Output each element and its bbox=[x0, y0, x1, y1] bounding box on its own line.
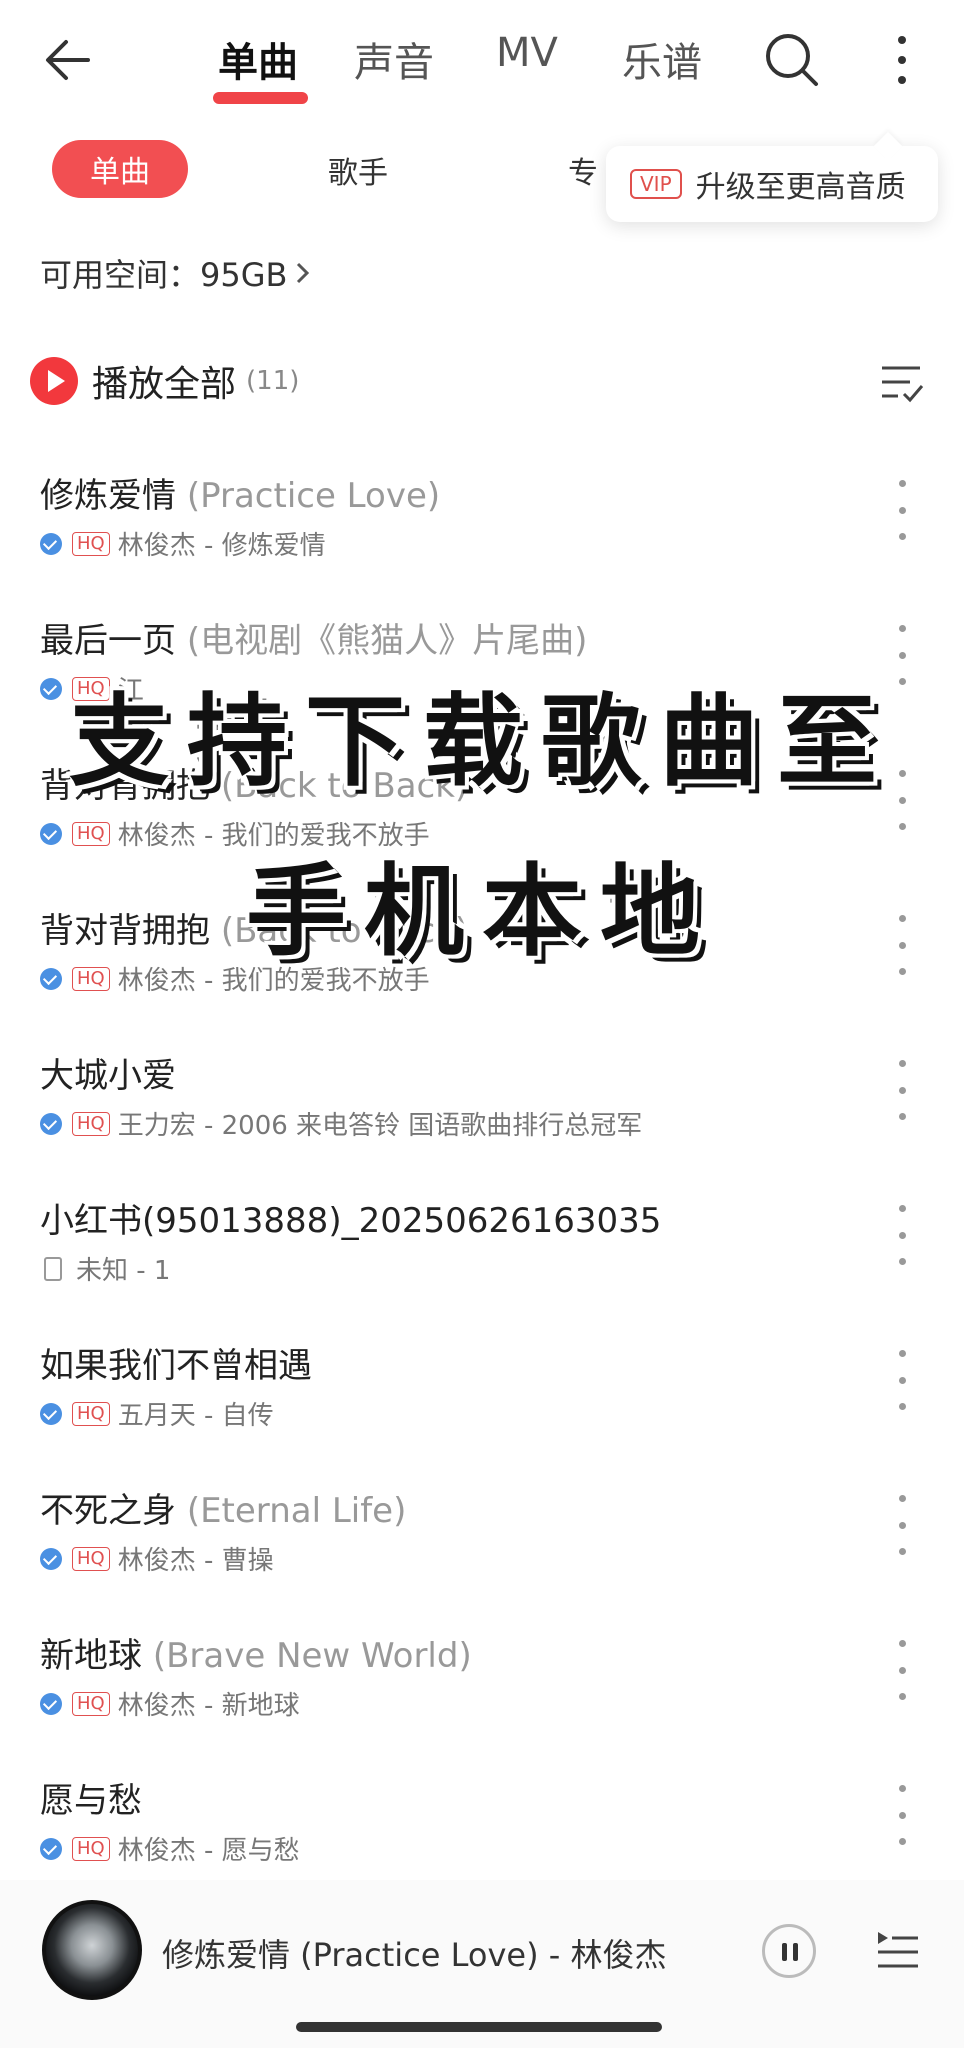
song-more-icon[interactable] bbox=[890, 1205, 914, 1265]
song-more-icon[interactable] bbox=[890, 1640, 914, 1700]
play-icon bbox=[30, 357, 78, 405]
song-row[interactable]: 愿与愁 HQ 林俊杰 - 愿与愁 bbox=[0, 1745, 964, 1890]
local-file-icon bbox=[44, 1256, 62, 1281]
song-list: 修炼爱情 (Practice Love) HQ 林俊杰 - 修炼爱情 最后一页 (… bbox=[0, 440, 964, 1890]
hq-badge: HQ bbox=[72, 821, 110, 846]
now-playing-title[interactable]: 修炼爱情 (Practice Love) - 林俊杰 bbox=[162, 1930, 667, 1976]
play-all-label: 播放全部 bbox=[92, 364, 237, 405]
song-title: 小红书(95013888)_20250626163035 bbox=[40, 1201, 662, 1241]
song-title: 新地球 (Brave New World) bbox=[40, 1636, 472, 1676]
song-title: 背对背拥抱 (Back to Back) bbox=[40, 911, 469, 951]
subtab-single[interactable]: 单曲 bbox=[52, 140, 188, 198]
song-title: 不死之身 (Eternal Life) bbox=[40, 1491, 407, 1531]
chevron-right-icon bbox=[297, 262, 310, 284]
more-vertical-icon[interactable] bbox=[882, 28, 922, 92]
song-subtitle: HQ 王力宏 - 2006 来电答铃 国语歌曲排行总冠军 bbox=[40, 1105, 642, 1142]
play-all-button[interactable]: 播放全部 (11) bbox=[30, 356, 299, 406]
song-more-icon[interactable] bbox=[890, 1060, 914, 1120]
active-tab-indicator bbox=[213, 92, 308, 104]
song-more-icon[interactable] bbox=[890, 770, 914, 830]
storage-label: 可用空间：95GB bbox=[40, 256, 288, 294]
hq-badge: HQ bbox=[72, 1401, 110, 1426]
subtab-album[interactable]: 专 bbox=[568, 148, 598, 192]
song-subtitle: HQ 五月天 - 自传 bbox=[40, 1395, 274, 1432]
hq-badge: HQ bbox=[72, 676, 110, 701]
tab-audio[interactable]: 声音 bbox=[354, 30, 434, 88]
song-more-icon[interactable] bbox=[890, 625, 914, 685]
song-more-icon[interactable] bbox=[890, 1495, 914, 1555]
verified-icon bbox=[40, 1547, 62, 1570]
tab-single[interactable]: 单曲 bbox=[218, 30, 298, 88]
song-more-icon[interactable] bbox=[890, 480, 914, 540]
pause-icon[interactable] bbox=[762, 1924, 816, 1978]
song-more-icon[interactable] bbox=[890, 1785, 914, 1845]
multi-select-icon[interactable] bbox=[878, 360, 928, 406]
storage-info[interactable]: 可用空间：95GB bbox=[40, 250, 313, 296]
song-subtitle: HQ 林俊杰 - 新地球 bbox=[40, 1685, 300, 1722]
subtab-artist[interactable]: 歌手 bbox=[328, 148, 388, 192]
tab-mv[interactable]: MV bbox=[496, 30, 558, 76]
hq-badge: HQ bbox=[72, 1111, 110, 1136]
verified-icon bbox=[40, 1837, 62, 1860]
song-row[interactable]: 新地球 (Brave New World) HQ 林俊杰 - 新地球 bbox=[0, 1600, 964, 1745]
song-row[interactable]: 如果我们不曾相遇 HQ 五月天 - 自传 bbox=[0, 1310, 964, 1455]
song-subtitle: HQ 江 bbox=[40, 670, 144, 707]
album-cover[interactable] bbox=[42, 1900, 142, 2000]
tab-sheet-music[interactable]: 乐谱 bbox=[622, 30, 702, 88]
hq-badge: HQ bbox=[72, 1836, 110, 1861]
verified-icon bbox=[40, 822, 62, 845]
song-title: 大城小爱 bbox=[40, 1056, 176, 1096]
song-more-icon[interactable] bbox=[890, 915, 914, 975]
song-subtitle: HQ 林俊杰 - 我们的爱我不放手 bbox=[40, 815, 430, 852]
hq-badge: HQ bbox=[72, 1546, 110, 1571]
verified-icon bbox=[40, 532, 62, 555]
vip-upgrade-popup[interactable]: VIP 升级至更高音质 bbox=[606, 146, 938, 222]
song-row[interactable]: 不死之身 (Eternal Life) HQ 林俊杰 - 曹操 bbox=[0, 1455, 964, 1600]
vip-badge: VIP bbox=[630, 169, 682, 199]
top-bar: 单曲 声音 MV 乐谱 bbox=[0, 0, 964, 120]
home-indicator[interactable] bbox=[296, 2022, 662, 2032]
verified-icon bbox=[40, 1402, 62, 1425]
hq-badge: HQ bbox=[72, 966, 110, 991]
song-row[interactable]: 背对背拥抱 (Back to Back) HQ 林俊杰 - 我们的爱我不放手 bbox=[0, 730, 964, 875]
song-more-icon[interactable] bbox=[890, 1350, 914, 1410]
song-title: 愿与愁 bbox=[40, 1781, 142, 1821]
song-row[interactable]: 最后一页 (电视剧《熊猫人》片尾曲) HQ 江 bbox=[0, 585, 964, 730]
song-count: (11) bbox=[246, 366, 300, 396]
song-subtitle: HQ 林俊杰 - 我们的爱我不放手 bbox=[40, 960, 430, 997]
hq-badge: HQ bbox=[72, 1691, 110, 1716]
song-subtitle: HQ 林俊杰 - 曹操 bbox=[40, 1540, 274, 1577]
search-icon[interactable] bbox=[760, 28, 824, 92]
song-row[interactable]: 大城小爱 HQ 王力宏 - 2006 来电答铃 国语歌曲排行总冠军 bbox=[0, 1020, 964, 1165]
song-title: 如果我们不曾相遇 bbox=[40, 1346, 312, 1386]
song-row[interactable]: 修炼爱情 (Practice Love) HQ 林俊杰 - 修炼爱情 bbox=[0, 440, 964, 585]
song-title: 最后一页 (电视剧《熊猫人》片尾曲) bbox=[40, 621, 588, 661]
verified-icon bbox=[40, 1692, 62, 1715]
hq-badge: HQ bbox=[72, 531, 110, 556]
playlist-icon[interactable] bbox=[874, 1928, 922, 1972]
verified-icon bbox=[40, 967, 62, 990]
vip-upgrade-text: 升级至更高音质 bbox=[695, 170, 906, 205]
song-title: 修炼爱情 (Practice Love) bbox=[40, 476, 441, 516]
song-row[interactable]: 背对背拥抱 (Back to Back) HQ 林俊杰 - 我们的爱我不放手 bbox=[0, 875, 964, 1020]
song-subtitle: HQ 林俊杰 - 修炼爱情 bbox=[40, 525, 326, 562]
verified-icon bbox=[40, 677, 62, 700]
song-subtitle: 未知 - 1 bbox=[40, 1250, 170, 1287]
song-row[interactable]: 小红书(95013888)_20250626163035 未知 - 1 bbox=[0, 1165, 964, 1310]
verified-icon bbox=[40, 1112, 62, 1135]
song-title: 背对背拥抱 (Back to Back) bbox=[40, 766, 469, 806]
song-subtitle: HQ 林俊杰 - 愿与愁 bbox=[40, 1830, 300, 1867]
